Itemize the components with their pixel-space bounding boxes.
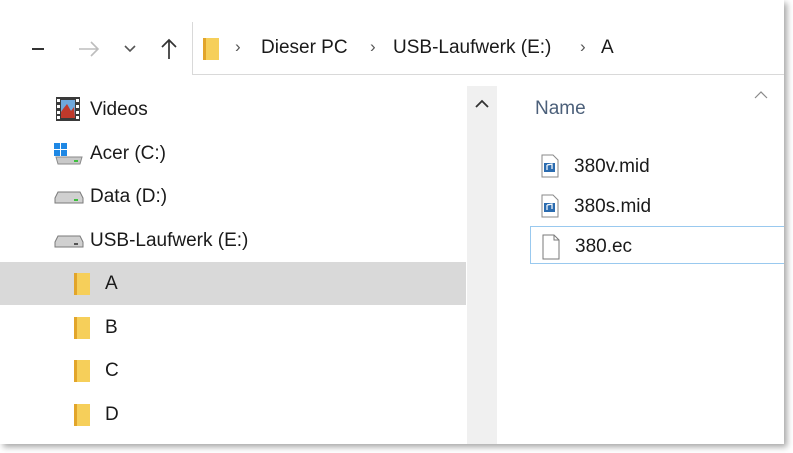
- nav-item-folder-a[interactable]: A: [0, 262, 466, 305]
- blank-file-icon: [541, 234, 561, 265]
- breadcrumb-folder-a[interactable]: A: [601, 37, 614, 59]
- nav-item-usb-drive-e[interactable]: USB-Laufwerk (E:): [0, 219, 466, 262]
- nav-item-folder-c[interactable]: C: [0, 349, 466, 392]
- up-arrow-icon[interactable]: [155, 34, 183, 64]
- navigation-pane: Videos Acer (C:) Data (D:) USB-Laufwerk …: [0, 76, 497, 444]
- windows-drive-icon: [52, 142, 84, 171]
- sort-ascending-icon: [754, 86, 768, 99]
- scroll-up-arrow-icon[interactable]: [467, 94, 497, 112]
- nav-item-label: USB-Laufwerk (E:): [90, 230, 249, 251]
- column-header-name[interactable]: Name: [535, 98, 586, 120]
- navigation-toolbar: › Dieser PC › USB-Laufwerk (E:) › A: [0, 0, 784, 76]
- file-list-pane: Name 380v.mid 380s.mid 380.ec: [498, 76, 784, 444]
- nav-item-videos[interactable]: Videos: [0, 88, 466, 131]
- drive-icon: [52, 191, 84, 210]
- nav-pane-scrollbar[interactable]: [467, 86, 497, 444]
- file-explorer-window: › Dieser PC › USB-Laufwerk (E:) › A Vide…: [0, 0, 784, 444]
- nav-item-data-d[interactable]: Data (D:): [0, 175, 466, 218]
- nav-item-label: A: [105, 273, 118, 294]
- nav-item-label: Videos: [90, 99, 148, 120]
- breadcrumb-separator-icon: ›: [235, 37, 241, 56]
- nav-item-acer-c[interactable]: Acer (C:): [0, 132, 466, 175]
- midi-file-icon: [540, 194, 560, 223]
- forward-icon[interactable]: [74, 34, 104, 64]
- breadcrumb-separator-icon: ›: [370, 37, 376, 56]
- file-row-380-ec[interactable]: 380.ec: [530, 226, 784, 264]
- address-bar[interactable]: › Dieser PC › USB-Laufwerk (E:) › A: [192, 22, 784, 75]
- breadcrumb-separator-icon: ›: [580, 37, 586, 56]
- usb-drive-icon: [52, 235, 84, 254]
- nav-item-folder-d[interactable]: D: [0, 393, 466, 436]
- breadcrumb-this-pc[interactable]: Dieser PC: [261, 37, 348, 59]
- file-name: 380s.mid: [574, 196, 652, 217]
- nav-item-label: Data (D:): [90, 186, 168, 207]
- midi-file-icon: [540, 154, 560, 183]
- folder-icon: [72, 272, 92, 301]
- folder-icon: [201, 37, 221, 66]
- file-name: 380v.mid: [574, 156, 650, 177]
- nav-item-label: C: [105, 360, 119, 381]
- file-row-380v-mid[interactable]: 380v.mid: [530, 147, 784, 185]
- file-row-380s-mid[interactable]: 380s.mid: [530, 187, 784, 225]
- folder-icon: [72, 316, 92, 345]
- nav-item-label: B: [105, 317, 118, 338]
- file-name: 380.ec: [575, 236, 633, 257]
- nav-item-label: D: [105, 404, 119, 425]
- back-icon[interactable]: [28, 34, 48, 64]
- folder-icon: [72, 403, 92, 432]
- videos-icon: [54, 95, 82, 128]
- recent-locations-icon[interactable]: [118, 34, 142, 64]
- nav-item-label: Acer (C:): [90, 143, 166, 164]
- breadcrumb-usb-drive[interactable]: USB-Laufwerk (E:): [393, 37, 551, 59]
- folder-icon: [72, 359, 92, 388]
- nav-item-folder-b[interactable]: B: [0, 306, 466, 349]
